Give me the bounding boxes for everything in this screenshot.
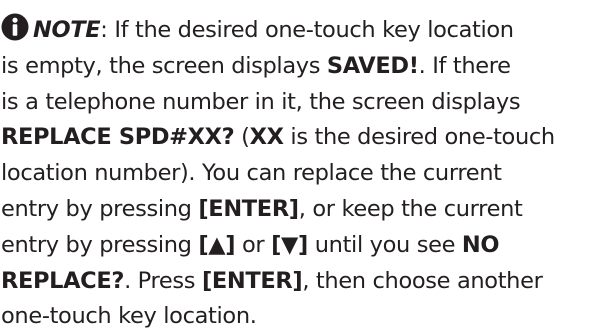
- note-text: . If there: [418, 52, 511, 79]
- note-text: is a telephone number in it, the screen …: [1, 88, 521, 115]
- replace-text: REPLACE?: [1, 267, 125, 294]
- note-text: , then choose another: [302, 267, 543, 294]
- note-text: is the desired one-touch: [283, 124, 555, 151]
- note-line-8: REPLACE?. Press [ENTER], then choose ano…: [1, 264, 606, 300]
- note-text: or: [235, 231, 272, 258]
- note-line-1: NOTE: If the desired one-touch key locat…: [1, 13, 606, 49]
- note-line-3: is a telephone number in it, the screen …: [1, 85, 606, 121]
- note-text: one-touch key location.: [1, 303, 257, 330]
- note-line-6: entry by pressing [ENTER], or keep the c…: [1, 192, 606, 228]
- note-line-7: entry by pressing [▲] or [▼] until you s…: [1, 228, 606, 264]
- note-text: (: [234, 124, 250, 151]
- note-text: is empty, the screen displays: [1, 52, 327, 79]
- enter-key-text: [ENTER]: [198, 195, 299, 222]
- note-paragraph: NOTE: If the desired one-touch key locat…: [1, 13, 606, 335]
- down-key-text: [▼]: [271, 231, 308, 258]
- note-line-2: is empty, the screen displays SAVED!. If…: [1, 49, 606, 85]
- note-text: entry by pressing: [1, 195, 199, 222]
- enter-key-text: [ENTER]: [201, 267, 303, 294]
- note-line-9: one-touch key location.: [1, 299, 606, 335]
- no-text: NO: [461, 231, 500, 258]
- note-text: entry by pressing: [1, 231, 199, 258]
- note-line-4: REPLACE SPD#XX? (XX is the desired one-t…: [1, 120, 606, 156]
- replace-prompt-text: REPLACE SPD#XX?: [1, 124, 235, 151]
- note-text: until you see: [307, 231, 462, 258]
- note-line-5: location number). You can replace the cu…: [1, 156, 606, 192]
- xx-text: XX: [249, 124, 284, 151]
- note-text: . Press: [124, 267, 202, 294]
- note-text: location number). You can replace the cu…: [1, 160, 502, 187]
- note-label: NOTE: [33, 17, 101, 43]
- note-text: , or keep the current: [298, 195, 523, 222]
- note-text: : If the desired one-touch key location: [100, 17, 514, 43]
- info-icon: [1, 13, 29, 41]
- saved-display-text: SAVED!: [326, 52, 419, 79]
- up-key-text: [▲]: [198, 231, 236, 258]
